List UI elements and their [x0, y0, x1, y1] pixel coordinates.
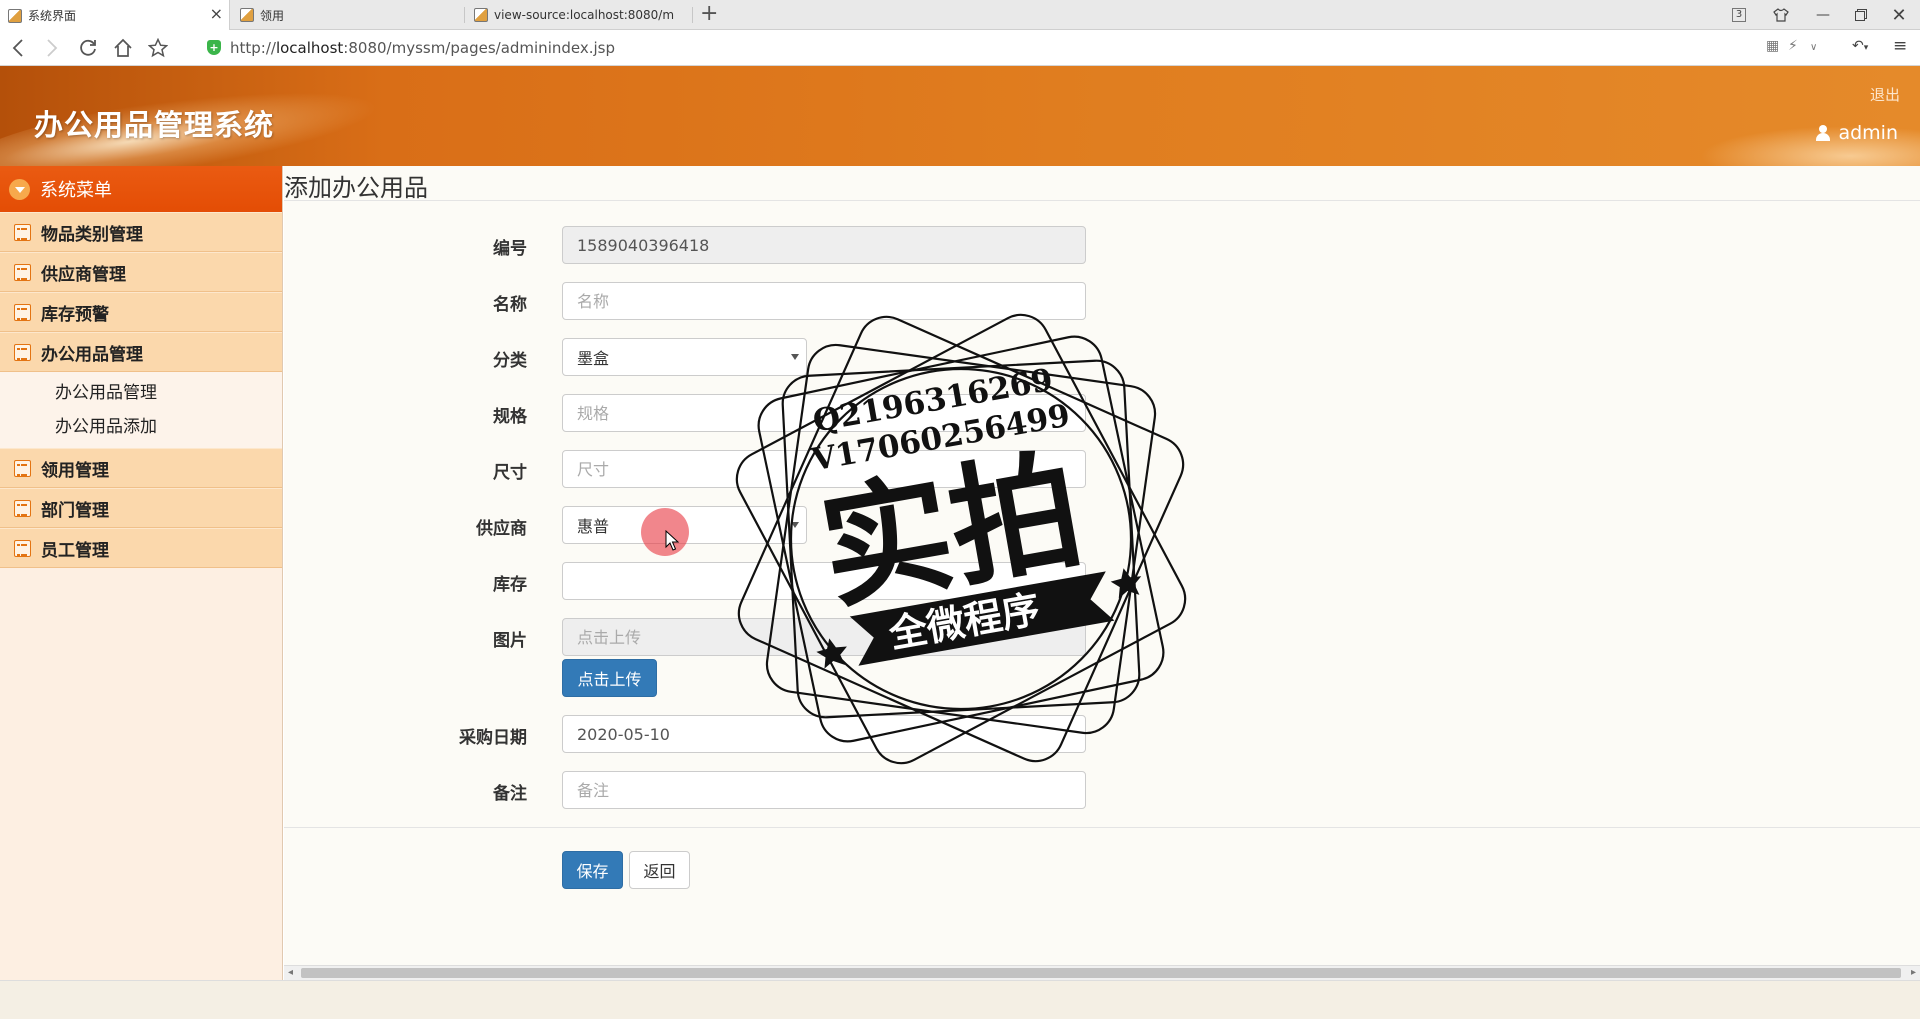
scrollbar-thumb[interactable] [301, 968, 1901, 978]
tab-count: 3 [1731, 8, 1747, 22]
field-label: 规格 [493, 407, 527, 427]
page-title: 添加办公用品 [284, 174, 428, 202]
tab-label: 系统界面 [28, 9, 77, 23]
submenu-supplies: 办公用品管理 办公用品添加 [0, 372, 282, 448]
watermark-stamp: Q2196316269 V17060256499 实拍 全微程序 [735, 313, 1187, 765]
status-strip [0, 1019, 1920, 1026]
minimize-icon[interactable]: — [1804, 0, 1842, 30]
list-icon [14, 459, 31, 477]
field-label: 供应商 [476, 519, 527, 539]
close-window-icon[interactable]: ✕ [1880, 0, 1918, 30]
field-label: 采购日期 [459, 728, 527, 748]
submenu-item-supplies-manage[interactable]: 办公用品管理 [0, 376, 282, 410]
tab-separator [464, 7, 465, 23]
page-favicon-icon [8, 8, 22, 23]
form-row-code: 编号 [284, 226, 1284, 264]
save-button[interactable]: 保存 [562, 851, 623, 889]
field-label: 库存 [493, 575, 527, 595]
new-tab-icon[interactable]: + [700, 3, 718, 25]
field-label: 分类 [493, 351, 527, 371]
list-icon [14, 263, 31, 281]
refresh-icon[interactable] [76, 36, 100, 60]
app-header: 办公用品管理系统 退出 admin [0, 66, 1920, 166]
tab-view-source[interactable]: view-source:localhost:8080/m [466, 0, 692, 30]
horizontal-scrollbar[interactable]: ◂ ▸ [284, 965, 1920, 980]
list-icon [14, 499, 31, 517]
code-field[interactable] [562, 226, 1086, 264]
field-label: 图片 [493, 631, 527, 651]
sidebar-item-label: 办公用品管理 [41, 344, 143, 365]
url-host: localhost [275, 39, 344, 57]
field-label: 备注 [493, 784, 527, 804]
sidebar-item-label: 领用管理 [41, 460, 109, 481]
sidebar-item-stock-alert[interactable]: 库存预警 [0, 292, 282, 332]
sidebar-item-category[interactable]: 物品类别管理 [0, 212, 282, 252]
list-icon [14, 223, 31, 241]
sidebar-item-supplier[interactable]: 供应商管理 [0, 252, 282, 292]
url-field[interactable]: http://localhost:8080/myssm/pages/admini… [230, 39, 615, 57]
menu-icon[interactable]: ≡ [1893, 36, 1907, 56]
home-icon[interactable] [111, 36, 135, 60]
sidebar-item-supplies[interactable]: 办公用品管理 [0, 332, 282, 372]
tab-separator [692, 7, 693, 23]
sidebar: 系统菜单 物品类别管理 供应商管理 库存预警 办公用品管理 办公用品管理 办公用… [0, 166, 283, 980]
back-button[interactable]: 返回 [629, 851, 690, 889]
tab-label: view-source:localhost:8080/m [494, 8, 675, 22]
field-label: 尺寸 [493, 463, 527, 483]
field-label: 名称 [493, 295, 527, 315]
list-icon [14, 343, 31, 361]
sidebar-item-label: 员工管理 [41, 540, 109, 561]
restore-icon[interactable] [1842, 0, 1880, 30]
secure-shield-icon: + [207, 40, 221, 55]
forward-icon[interactable] [40, 36, 64, 60]
sidebar-item-employee[interactable]: 员工管理 [0, 528, 282, 568]
qr-icon[interactable]: ▦ [1766, 38, 1779, 54]
tab-label: 领用 [260, 8, 285, 23]
upload-button[interactable]: 点击上传 [562, 659, 657, 697]
sidebar-heading[interactable]: 系统菜单 [0, 166, 282, 212]
page-favicon-icon [240, 8, 254, 22]
logout-link[interactable]: 退出 [1870, 84, 1900, 105]
sidebar-item-label: 库存预警 [41, 304, 109, 325]
submenu-item-supplies-add[interactable]: 办公用品添加 [0, 410, 282, 444]
divider [284, 827, 1920, 828]
mouse-cursor-icon [665, 530, 679, 551]
list-icon [14, 303, 31, 321]
sidebar-item-department[interactable]: 部门管理 [0, 488, 282, 528]
scroll-left-icon[interactable]: ◂ [288, 967, 293, 978]
sidebar-heading-label: 系统菜单 [40, 180, 112, 201]
undo-icon[interactable]: ↶▾ [1852, 38, 1868, 54]
bookmark-star-icon[interactable] [146, 36, 170, 60]
sidebar-item-label: 部门管理 [41, 500, 109, 521]
list-icon [14, 539, 31, 557]
url-prefix: http:// [230, 39, 276, 57]
username: admin [1838, 122, 1898, 144]
scroll-right-icon[interactable]: ▸ [1911, 967, 1916, 978]
sidebar-item-label: 物品类别管理 [41, 224, 143, 245]
tab-system[interactable]: 系统界面 × [0, 0, 230, 31]
select-value: 墨盒 [577, 349, 610, 368]
browser-tab-bar: 系统界面 × 领用 view-source:localhost:8080/m +… [0, 0, 1920, 31]
page-favicon-icon [474, 8, 488, 22]
user-icon [1816, 125, 1831, 141]
sidebar-item-label: 供应商管理 [41, 264, 126, 285]
app-title: 办公用品管理系统 [34, 108, 275, 142]
close-icon[interactable]: × [210, 6, 223, 22]
select-value: 惠普 [577, 517, 610, 536]
tab-count-button[interactable]: 3 [1720, 0, 1758, 30]
address-bar: + http://localhost:8080/myssm/pages/admi… [0, 30, 1920, 66]
chevron-down-icon[interactable]: ∨ [1810, 42, 1817, 53]
field-label: 编号 [493, 239, 527, 259]
current-user: admin [1816, 122, 1898, 144]
divider [284, 200, 1920, 201]
lightning-icon[interactable]: ⚡ [1788, 38, 1798, 54]
skin-icon[interactable] [1762, 0, 1800, 30]
tab-lingyong[interactable]: 领用 [232, 0, 462, 30]
url-path: :8080/myssm/pages/adminindex.jsp [343, 39, 616, 57]
sidebar-item-requisition[interactable]: 领用管理 [0, 448, 282, 488]
chevron-down-icon [9, 178, 30, 200]
back-icon[interactable] [6, 36, 30, 60]
